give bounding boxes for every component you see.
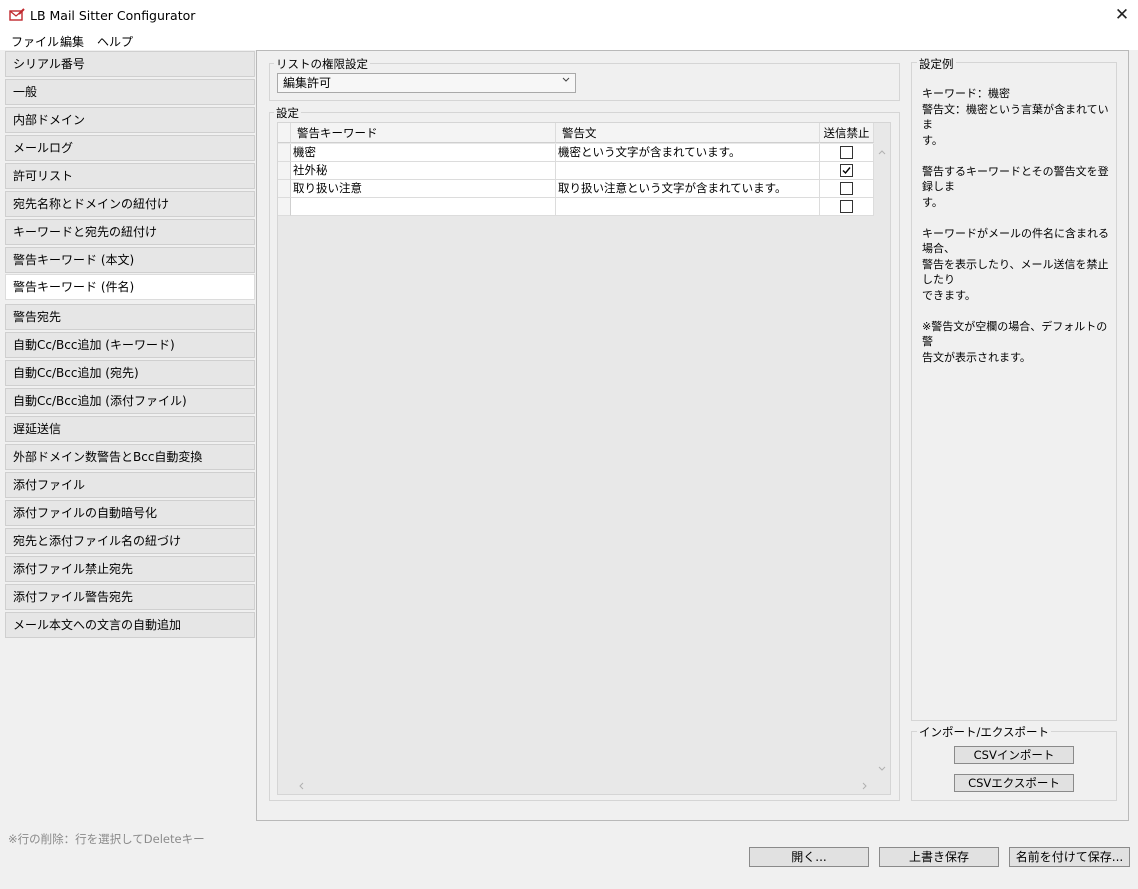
sidebar-item-external-domain[interactable]: 外部ドメイン数警告とBcc自動変換 <box>5 444 255 470</box>
table-cell-blocked <box>820 180 874 198</box>
sidebar-item-attachment-block[interactable]: 添付ファイル禁止宛先 <box>5 556 255 582</box>
csv-import-button[interactable]: CSVインポート <box>954 746 1074 764</box>
scroll-down-icon[interactable] <box>877 765 887 773</box>
save-as-button[interactable]: 名前を付けて保存... <box>1009 847 1130 867</box>
import-export-group-label: インポート/エクスポート <box>917 724 1052 740</box>
sidebar-item-warn-recipient[interactable]: 警告宛先 <box>5 304 255 330</box>
settings-group-label: 設定 <box>274 105 301 121</box>
scroll-left-icon[interactable] <box>297 781 305 791</box>
table-cell-keyword[interactable]: 社外秘 <box>291 162 556 180</box>
menu-edit[interactable]: 編集 <box>60 33 84 50</box>
table-cell-blocked <box>820 198 874 216</box>
sidebar-item-attachment[interactable]: 添付ファイル <box>5 472 255 498</box>
row-header[interactable] <box>278 180 291 198</box>
csv-export-button[interactable]: CSVエクスポート <box>954 774 1074 792</box>
sidebar-item-delayed-send[interactable]: 遅延送信 <box>5 416 255 442</box>
table-cell-message[interactable] <box>556 198 820 216</box>
sidebar-item-warn-keyword-body[interactable]: 警告キーワード (本文) <box>5 247 255 273</box>
column-header-keyword[interactable]: 警告キーワード <box>291 123 556 143</box>
sidebar-item-general[interactable]: 一般 <box>5 79 255 105</box>
sidebar-item-recipient-domain[interactable]: 宛先名称とドメインの紐付け <box>5 191 255 217</box>
sidebar-item-warn-keyword-subject[interactable]: 警告キーワード (件名) <box>5 274 255 300</box>
scroll-up-icon[interactable] <box>877 148 887 156</box>
checkmark-icon <box>842 167 851 175</box>
row-header[interactable] <box>278 162 291 180</box>
sidebar-item-body-append[interactable]: メール本文への文言の自動追加 <box>5 612 255 638</box>
sidebar-item-auto-cc-keyword[interactable]: 自動Cc/Bcc追加 (キーワード) <box>5 332 255 358</box>
table-cell-blocked <box>820 162 874 180</box>
delete-hint: ※行の削除：行を選択してDeleteキー <box>8 832 205 846</box>
blocked-checkbox[interactable] <box>840 200 853 213</box>
table-cell-message[interactable]: 取り扱い注意という文字が含まれています。 <box>556 180 820 198</box>
table-cell-keyword[interactable]: 機密 <box>291 144 556 162</box>
table-cell-keyword[interactable] <box>291 198 556 216</box>
sidebar-item-attachment-encrypt[interactable]: 添付ファイルの自動暗号化 <box>5 500 255 526</box>
menu-bar: ファイル 編集 ヘルプ <box>0 31 1138 50</box>
sidebar-item-attachment-warn[interactable]: 添付ファイル警告宛先 <box>5 584 255 610</box>
blocked-checkbox-checked[interactable] <box>840 164 853 177</box>
row-header[interactable] <box>278 144 291 162</box>
blocked-checkbox[interactable] <box>840 182 853 195</box>
row-header[interactable] <box>278 198 291 216</box>
sidebar-item-keyword-recipient[interactable]: キーワードと宛先の紐付け <box>5 219 255 245</box>
sidebar-item-auto-cc-recipient[interactable]: 自動Cc/Bcc追加 (宛先) <box>5 360 255 386</box>
table-cell-message[interactable] <box>556 162 820 180</box>
blocked-checkbox[interactable] <box>840 146 853 159</box>
app-icon <box>9 8 25 21</box>
sidebar-item-allow-list[interactable]: 許可リスト <box>5 163 255 189</box>
example-group-label: 設定例 <box>917 56 956 72</box>
open-button[interactable]: 開く... <box>749 847 869 867</box>
column-header-blocked[interactable]: 送信禁止 <box>820 123 874 143</box>
grid-corner <box>278 123 291 143</box>
table-cell-blocked <box>820 144 874 162</box>
scroll-right-icon[interactable] <box>861 781 869 791</box>
sidebar-item-internal-domain[interactable]: 内部ドメイン <box>5 107 255 133</box>
sidebar-item-recipient-attachment[interactable]: 宛先と添付ファイル名の紐づけ <box>5 528 255 554</box>
example-text: キーワード：機密 警告文：機密という言葉が含まれていま す。 警告するキーワード… <box>922 87 1109 364</box>
sidebar-item-auto-cc-attachment[interactable]: 自動Cc/Bcc追加 (添付ファイル) <box>5 388 255 414</box>
permission-group-label: リストの権限設定 <box>274 56 370 72</box>
table-cell-keyword[interactable]: 取り扱い注意 <box>291 180 556 198</box>
sidebar-item-serial[interactable]: シリアル番号 <box>5 51 255 77</box>
permission-select[interactable]: 編集許可 <box>277 73 576 93</box>
sidebar-item-mail-log[interactable]: メールログ <box>5 135 255 161</box>
overwrite-save-button[interactable]: 上書き保存 <box>879 847 999 867</box>
menu-file[interactable]: ファイル <box>11 33 59 50</box>
keyword-grid[interactable] <box>277 122 891 795</box>
menu-help[interactable]: ヘルプ <box>97 33 133 50</box>
table-cell-message[interactable]: 機密という文字が含まれています。 <box>556 144 820 162</box>
close-icon[interactable]: ✕ <box>1108 2 1136 29</box>
chevron-down-icon <box>562 77 570 82</box>
window-title: LB Mail Sitter Configurator <box>30 8 196 23</box>
column-header-message[interactable]: 警告文 <box>556 123 820 143</box>
